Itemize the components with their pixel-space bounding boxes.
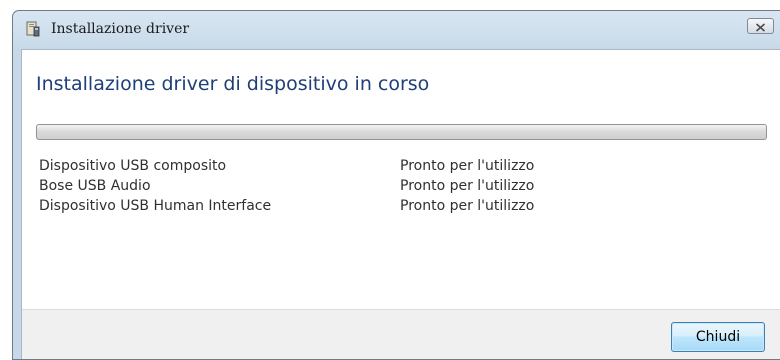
driver-install-dialog: Installazione driver Installazione drive… <box>12 10 780 360</box>
title-bar[interactable]: Installazione driver <box>13 11 780 47</box>
driver-install-icon <box>25 21 41 37</box>
close-dialog-button[interactable]: Chiudi <box>671 322 765 352</box>
progress-bar <box>36 124 767 140</box>
close-button[interactable] <box>747 18 774 34</box>
device-status: Pronto per l'utilizzo <box>400 178 535 194</box>
device-status: Pronto per l'utilizzo <box>400 158 535 174</box>
close-icon <box>755 17 766 36</box>
window-title: Installazione driver <box>51 21 190 37</box>
dialog-content: Installazione driver di dispositivo in c… <box>21 49 780 359</box>
device-name: Bose USB Audio <box>39 178 151 194</box>
device-status: Pronto per l'utilizzo <box>400 198 535 214</box>
device-name: Dispositivo USB Human Interface <box>39 198 272 214</box>
dialog-footer: Chiudi <box>22 309 780 359</box>
page-title: Installazione driver di dispositivo in c… <box>36 73 430 95</box>
device-name: Dispositivo USB composito <box>39 158 227 174</box>
